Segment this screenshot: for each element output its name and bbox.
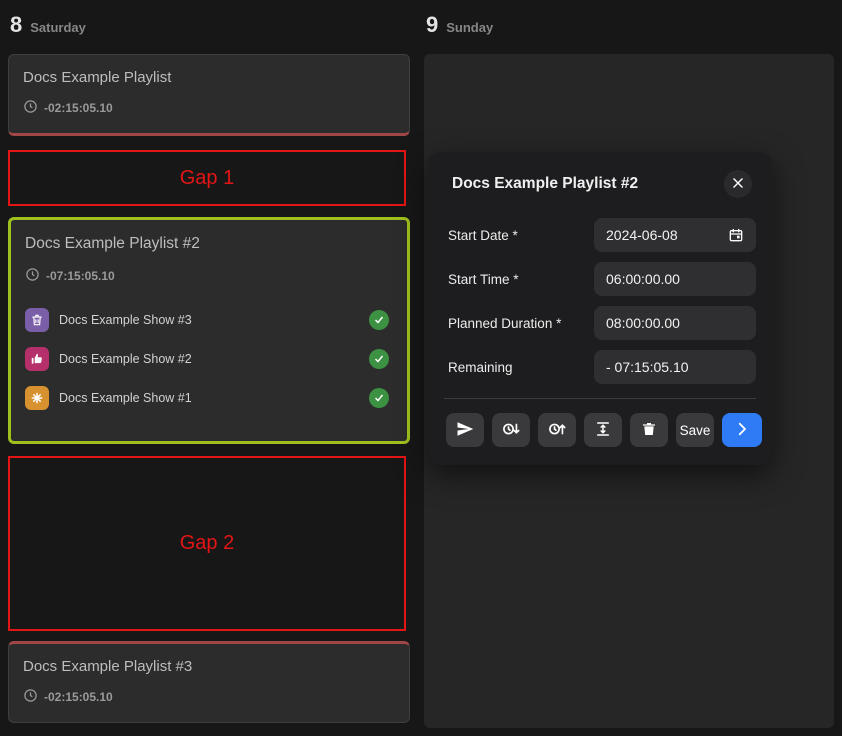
start-time-value: 06:00:00.00 [606,271,680,287]
playlist-title: Docs Example Playlist #2 [25,235,393,253]
dialog-title: Docs Example Playlist #2 [452,175,724,193]
day-number: 9 [426,12,438,38]
show-title: Docs Example Show #1 [59,391,359,405]
time-up-button[interactable] [538,413,576,447]
remaining-label: Remaining [444,360,594,375]
day-column-saturday: 8 Saturday Docs Example Playlist -02:15:… [8,8,410,728]
gap-label: Gap 1 [180,167,234,190]
gap-overlay-1: Gap 1 [8,150,406,206]
playlist-duration: -02:15:05.10 [23,688,395,706]
start-date-row: Start Date * 2024-06-08 [444,218,756,252]
playlist-duration: -07:15:05.10 [25,267,393,285]
day-header-sunday: 9 Sunday [424,8,834,54]
clock-icon [23,99,38,117]
check-circle-icon [369,310,389,330]
remaining-value: - 07:15:05.10 [606,359,689,375]
duration-text: -02:15:05.10 [44,101,113,115]
show-title: Docs Example Show #2 [59,352,359,366]
scheduler-page: 8 Saturday Docs Example Playlist -02:15:… [0,0,842,736]
start-date-value: 2024-06-08 [606,227,678,243]
playlist-duration: -02:15:05.10 [23,99,395,117]
trash-icon [641,421,657,440]
dialog-toolbar: Save [444,413,756,449]
clock-icon [23,688,38,706]
start-time-input[interactable]: 06:00:00.00 [594,262,756,296]
show-type-trash-icon [25,308,49,332]
remaining-input[interactable]: - 07:15:05.10 [594,350,756,384]
delete-button[interactable] [630,413,668,447]
show-row[interactable]: Docs Example Show #3 [25,307,393,332]
show-title: Docs Example Show #3 [59,313,359,327]
show-row[interactable]: Docs Example Show #1 [25,385,393,410]
start-time-row: Start Time * 06:00:00.00 [444,262,756,296]
planned-duration-row: Planned Duration * 08:00:00.00 [444,306,756,340]
playlist-card-selected[interactable]: Docs Example Playlist #2 -07:15:05.10 Do… [8,217,410,444]
gap-label: Gap 2 [180,532,234,555]
duration-text: -07:15:05.10 [46,269,115,283]
planned-duration-value: 08:00:00.00 [606,315,680,331]
show-list: Docs Example Show #3 Docs Example Show #… [25,307,393,410]
playlist-title: Docs Example Playlist #3 [23,658,395,676]
gap-overlay-2: Gap 2 [8,456,406,631]
day-name: Sunday [446,20,493,35]
remaining-row: Remaining - 07:15:05.10 [444,350,756,384]
send-button[interactable] [446,413,484,447]
show-row[interactable]: Docs Example Show #2 [25,346,393,371]
check-circle-icon [369,388,389,408]
day-number: 8 [10,12,22,38]
close-icon [731,176,745,193]
clock-arrow-up-icon [547,419,567,442]
calendar-icon[interactable] [728,227,744,243]
show-type-flower-icon [25,386,49,410]
day-header-saturday: 8 Saturday [8,8,410,54]
duration-text: -02:15:05.10 [44,690,113,704]
start-date-label: Start Date * [444,228,594,243]
dialog-divider [444,398,756,399]
playlist-card[interactable]: Docs Example Playlist #3 -02:15:05.10 [8,641,410,723]
playlist-title: Docs Example Playlist [23,69,395,87]
clock-arrow-down-icon [501,419,521,442]
start-time-label: Start Time * [444,272,594,287]
save-button[interactable]: Save [676,413,714,447]
fit-duration-button[interactable] [584,413,622,447]
next-button[interactable] [722,413,762,447]
time-down-button[interactable] [492,413,530,447]
clock-icon [25,267,40,285]
show-type-thumbs-up-icon [25,347,49,371]
chevron-right-icon [733,420,751,441]
send-icon [456,420,474,441]
close-button[interactable] [724,170,752,198]
start-date-input[interactable]: 2024-06-08 [594,218,756,252]
planned-duration-input[interactable]: 08:00:00.00 [594,306,756,340]
dialog-header: Docs Example Playlist #2 [452,170,752,198]
check-circle-icon [369,349,389,369]
day-name: Saturday [30,20,86,35]
planned-duration-label: Planned Duration * [444,316,594,331]
fit-duration-icon [594,420,612,441]
playlist-card[interactable]: Docs Example Playlist -02:15:05.10 [8,54,410,136]
playlist-editor-dialog: Docs Example Playlist #2 Start Date * 20… [428,152,772,465]
